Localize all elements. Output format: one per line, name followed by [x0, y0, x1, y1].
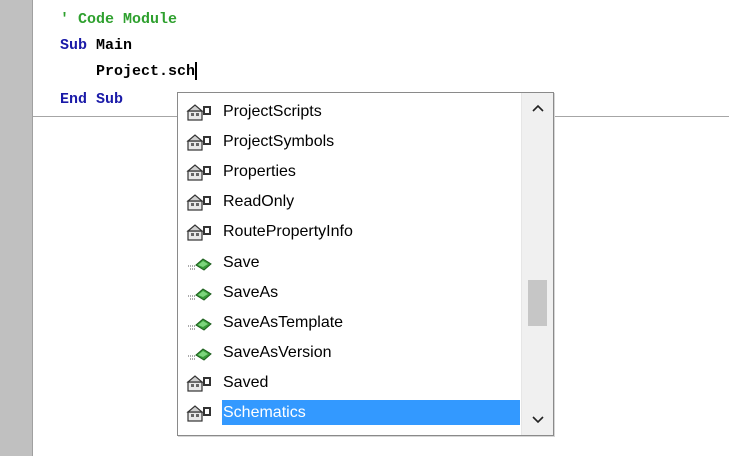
- member-list[interactable]: ProjectScripts ProjectSymbols Properties Re…: [178, 93, 522, 435]
- list-item-label: Properties: [223, 163, 296, 181]
- property-icon: [186, 132, 216, 152]
- autocomplete-list[interactable]: ProjectScripts ProjectSymbols Properties Re…: [177, 92, 554, 436]
- list-item[interactable]: ProjectSymbols: [178, 126, 522, 156]
- list-item[interactable]: Schematics: [178, 397, 522, 427]
- list-item[interactable]: Properties: [178, 156, 522, 186]
- property-icon: [186, 102, 216, 122]
- method-icon: [186, 253, 216, 273]
- code-line-sub: Sub Main: [60, 35, 132, 57]
- list-item[interactable]: ReadOnly: [178, 186, 522, 216]
- list-item-label: ProjectScripts: [223, 103, 322, 120]
- list-item-label: ProjectSymbols: [223, 133, 335, 151]
- keyword-sub: Sub: [60, 37, 88, 54]
- code-line-end-sub: End Sub: [60, 89, 123, 111]
- list-item-label: RoutePropertyInfo: [223, 223, 353, 241]
- method-icon: [186, 283, 216, 303]
- list-item-label: Save: [223, 253, 260, 271]
- list-item-label: Saved: [223, 373, 269, 391]
- property-icon: [186, 403, 216, 423]
- text-caret: [195, 62, 198, 81]
- list-item[interactable]: ProjectScripts: [178, 96, 522, 126]
- code-line-statement: Project.sch: [60, 61, 198, 83]
- list-item[interactable]: SaveAsVersion: [178, 337, 522, 367]
- method-icon: [186, 313, 216, 333]
- keyword-end: End: [60, 91, 88, 108]
- chevron-up-icon: [531, 104, 544, 112]
- margin-indicator-bar: [0, 0, 33, 456]
- chevron-down-icon: [531, 416, 544, 424]
- list-item[interactable]: Saved: [178, 367, 522, 397]
- list-item[interactable]: SaveAs: [178, 277, 522, 307]
- code-line-comment: ' Code Module: [60, 11, 178, 28]
- method-icon: [186, 343, 216, 363]
- procedure-name: Main: [87, 37, 133, 54]
- scroll-down-button[interactable]: [522, 405, 553, 435]
- list-item[interactable]: RoutePropertyInfo: [178, 216, 522, 246]
- list-item-label: SaveAsTemplate: [223, 313, 344, 331]
- scroll-thumb[interactable]: [528, 280, 547, 326]
- list-item-label: ReadOnly: [223, 193, 295, 211]
- property-icon: [186, 373, 216, 393]
- property-icon: [186, 222, 216, 242]
- scroll-up-button[interactable]: [522, 93, 553, 123]
- keyword-sub-end: Sub: [96, 91, 124, 108]
- list-item-label: SaveAsVersion: [223, 343, 332, 361]
- property-icon: [186, 162, 216, 182]
- list-item[interactable]: SaveAsTemplate: [178, 307, 522, 337]
- property-icon: [186, 192, 216, 212]
- list-item-label: Schematics: [222, 400, 520, 425]
- scrollbar[interactable]: [521, 93, 553, 435]
- statement-text: Project.sch: [60, 63, 196, 80]
- list-item-label: SaveAs: [223, 283, 279, 301]
- list-item[interactable]: Save: [178, 247, 522, 277]
